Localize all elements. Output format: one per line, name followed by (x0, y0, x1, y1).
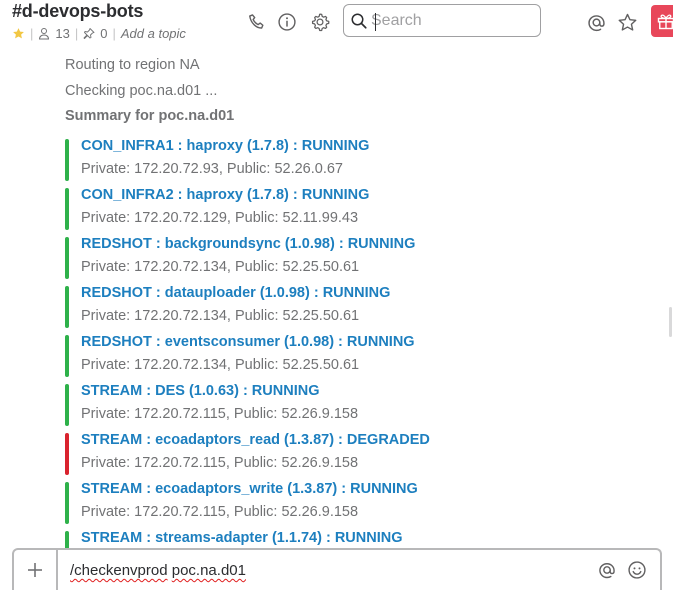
message-line: Checking poc.na.d01 ... (65, 83, 218, 99)
attachment-subtitle: Private: 172.20.72.115, Public: 52.26.9.… (81, 455, 359, 471)
kebab-icon[interactable] (619, 10, 641, 34)
at-icon[interactable] (596, 559, 618, 581)
add-topic-link[interactable]: Add a topic (121, 26, 186, 41)
attachment-title[interactable]: CON_INFRA2 : haproxy (1.7.8) : RUNNING (81, 187, 369, 203)
person-icon[interactable] (38, 27, 50, 40)
scrollbar-thumb[interactable] (669, 307, 672, 337)
message-input[interactable]: /checkenvprod poc.na.d01 (70, 562, 246, 579)
meta-separator: | (112, 26, 116, 41)
attachment-subtitle: Private: 172.20.72.134, Public: 52.25.50… (81, 357, 360, 373)
plus-icon[interactable] (14, 550, 58, 590)
attachment-subtitle: Private: 172.20.72.115, Public: 52.26.9.… (81, 406, 359, 422)
member-count[interactable]: 13 (55, 26, 69, 41)
at-icon[interactable] (584, 10, 608, 34)
status-bar (65, 531, 69, 548)
text-caret (375, 13, 376, 31)
attachment-subtitle: Private: 172.20.72.93, Public: 52.26.0.6… (81, 161, 343, 177)
attachment-item: REDSHOT : datauploader (1.0.98) : RUNNIN… (65, 285, 665, 329)
attachment-subtitle: Private: 172.20.72.134, Public: 52.25.50… (81, 308, 360, 324)
summary-heading: Summary for poc.na.d01 (65, 108, 235, 124)
channel-meta: | 13 | 0 | Add a topic (12, 26, 186, 41)
channel-name[interactable]: #d-devops-bots (12, 1, 143, 22)
smiley-icon[interactable] (626, 559, 648, 581)
attachment-item: STREAM : streams-adapter (1.1.74) : RUNN… (65, 530, 665, 548)
search-input[interactable] (371, 11, 531, 30)
status-bar (65, 237, 69, 279)
star-filled-icon[interactable] (12, 27, 25, 40)
attachment-title[interactable]: REDSHOT : backgroundsync (1.0.98) : RUNN… (81, 236, 415, 252)
search-box[interactable] (343, 4, 541, 37)
status-bar (65, 433, 69, 475)
attachment-item: CON_INFRA2 : haproxy (1.7.8) : RUNNING P… (65, 187, 665, 231)
command-text: /checkenvprod (70, 562, 168, 579)
info-icon[interactable] (275, 10, 299, 34)
attachment-item: STREAM : ecoadaptors_write (1.3.87) : RU… (65, 481, 665, 525)
channel-header: #d-devops-bots | 13 | 0 | Add a topic (0, 0, 673, 48)
command-argument: poc.na.d01 (171, 562, 246, 579)
attachment-title[interactable]: STREAM : streams-adapter (1.1.74) : RUNN… (81, 530, 403, 546)
attachment-title[interactable]: STREAM : ecoadaptors_read (1.3.87) : DEG… (81, 432, 430, 448)
attachment-title[interactable]: REDSHOT : datauploader (1.0.98) : RUNNIN… (81, 285, 390, 301)
meta-separator: | (74, 26, 79, 41)
message-list[interactable]: Routing to region NA Checking poc.na.d01… (0, 48, 673, 548)
attachment-subtitle: Private: 172.20.72.115, Public: 52.26.9.… (81, 504, 359, 520)
attachment-title[interactable]: REDSHOT : eventsconsumer (1.0.98) : RUNN… (81, 334, 415, 350)
attachment-item: STREAM : DES (1.0.63) : RUNNING Private:… (65, 383, 665, 427)
gift-icon[interactable] (651, 5, 673, 37)
message-line: Routing to region NA (65, 57, 200, 73)
attachment-item: REDSHOT : backgroundsync (1.0.98) : RUNN… (65, 236, 665, 280)
phone-icon[interactable] (245, 10, 269, 34)
status-bar (65, 384, 69, 426)
attachment-title[interactable]: STREAM : DES (1.0.63) : RUNNING (81, 383, 319, 399)
pin-icon[interactable] (83, 27, 95, 40)
pinned-count[interactable]: 0 (100, 26, 107, 41)
status-bar (65, 139, 69, 181)
attachment-item: STREAM : ecoadaptors_read (1.3.87) : DEG… (65, 432, 665, 476)
attachment-title[interactable]: CON_INFRA1 : haproxy (1.7.8) : RUNNING (81, 138, 369, 154)
status-bar (65, 188, 69, 230)
meta-separator: | (30, 26, 34, 41)
search-icon (350, 12, 368, 30)
status-bar (65, 286, 69, 328)
attachment-title[interactable]: STREAM : ecoadaptors_write (1.3.87) : RU… (81, 481, 418, 497)
attachment-subtitle: Private: 172.20.72.129, Public: 52.11.99… (81, 210, 359, 226)
message-composer[interactable]: /checkenvprod poc.na.d01 (12, 548, 662, 590)
attachment-item: CON_INFRA1 : haproxy (1.7.8) : RUNNING P… (65, 138, 665, 182)
gear-icon[interactable] (308, 10, 332, 34)
attachment-item: REDSHOT : eventsconsumer (1.0.98) : RUNN… (65, 334, 665, 378)
attachment-subtitle: Private: 172.20.72.134, Public: 52.25.50… (81, 259, 360, 275)
status-bar (65, 482, 69, 524)
status-bar (65, 335, 69, 377)
